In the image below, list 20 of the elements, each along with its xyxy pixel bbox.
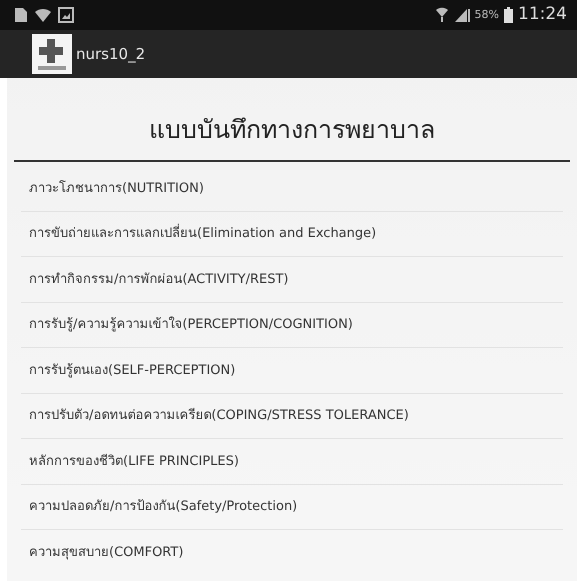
wifi-icon bbox=[434, 7, 449, 23]
battery-percent: 58% bbox=[474, 6, 499, 23]
list-item[interactable]: การรับรู้/ความรู้ความเข้าใจ(PERCEPTION/COGNITION) bbox=[21, 302, 563, 348]
signal-icon bbox=[454, 7, 470, 23]
clock: 11:24 bbox=[518, 3, 567, 26]
list-item[interactable]: การรับรู้ตนเอง(SELF-PERCEPTION) bbox=[21, 348, 563, 394]
battery-icon bbox=[504, 7, 513, 23]
list-item[interactable]: ความสุขสบาย(COMFORT) bbox=[21, 530, 563, 576]
list-item[interactable]: หลักการของชีวิต(LIFE PRINCIPLES) bbox=[21, 439, 563, 484]
app-title: nurs10_2 bbox=[76, 44, 146, 65]
wifi-icon bbox=[34, 7, 52, 23]
image-icon bbox=[58, 7, 74, 23]
list-item[interactable]: การทำกิจกรรม/การพักผ่อน(ACTIVITY/REST) bbox=[21, 257, 563, 302]
list-item[interactable]: ความปลอดภัย/การป้องกัน(Safety/Protection) bbox=[21, 484, 563, 530]
document-icon bbox=[14, 7, 28, 23]
list-item[interactable]: การขับถ่ายและการแลกเปลี่ยน(Elimination and Exchange) bbox=[21, 212, 563, 257]
list-item[interactable]: การปรับตัว/อดทนต่อความเครียด(COPING/STRESS TOLERANCE) bbox=[21, 394, 563, 439]
list-item[interactable]: ภาวะโภชนาการ(NUTRITION) bbox=[21, 166, 563, 212]
page-heading: แบบบันทึกทางการพยาบาล bbox=[149, 114, 435, 146]
app-logo-icon bbox=[32, 34, 72, 74]
